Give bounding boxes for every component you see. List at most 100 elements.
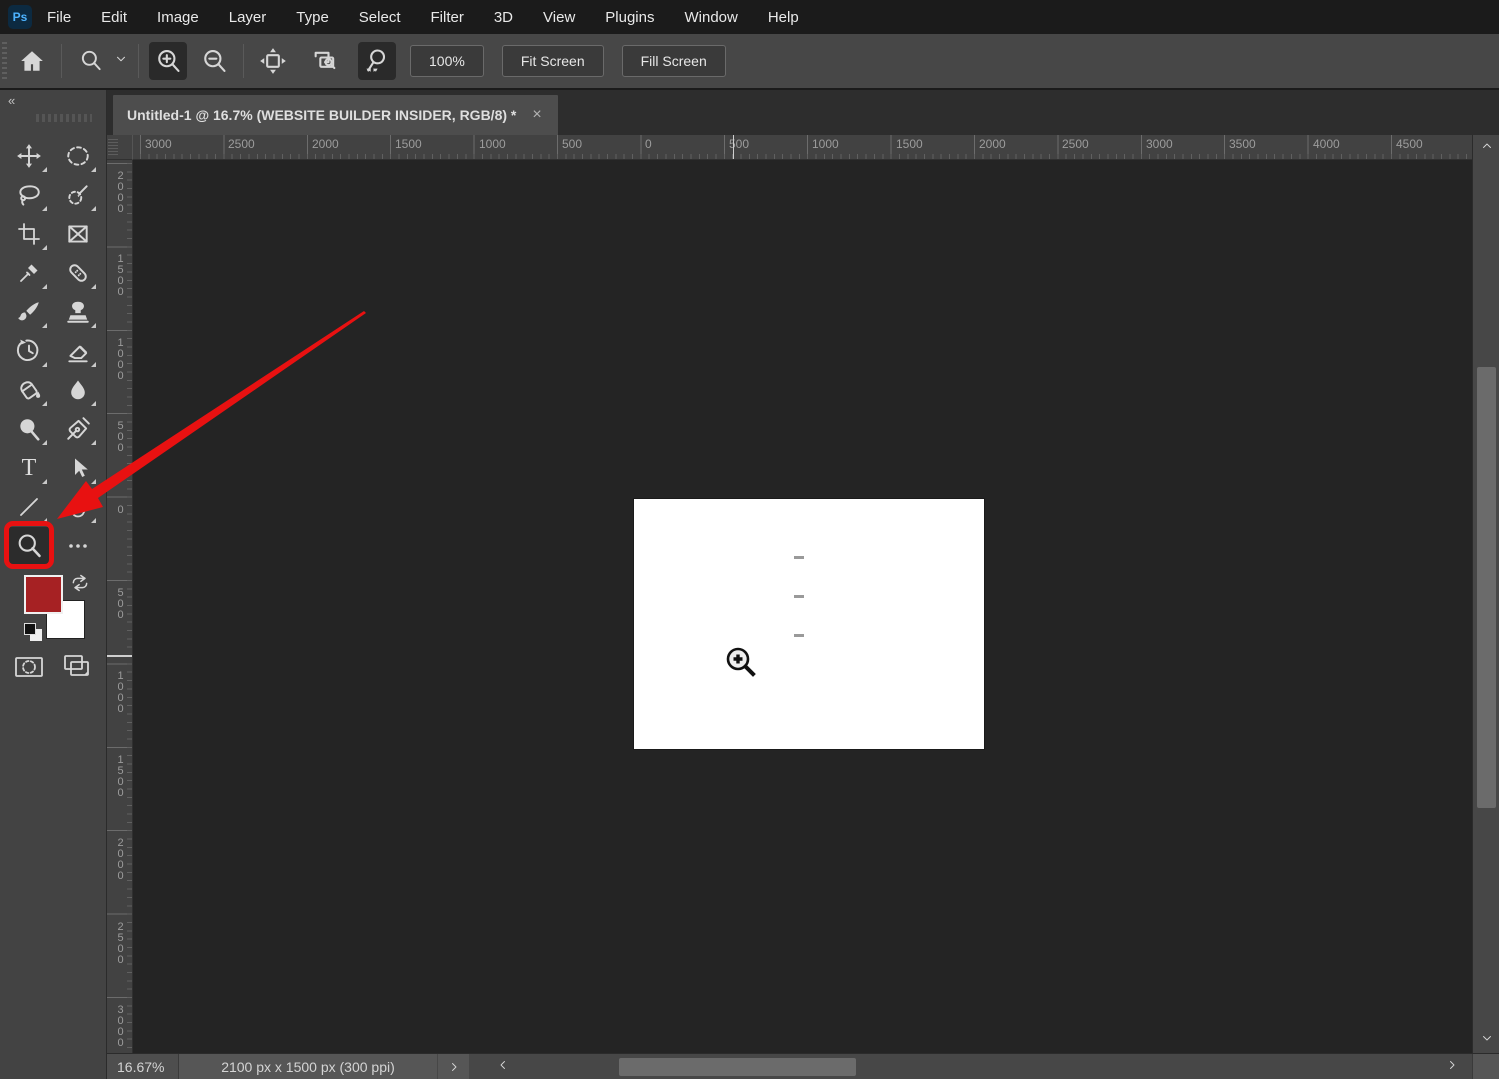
ruler-label: 2500 [228, 137, 255, 151]
frame-tool[interactable] [57, 215, 99, 253]
zoom-100-button[interactable]: 100% [410, 45, 484, 77]
line-tool[interactable] [8, 488, 50, 526]
scrubby-zoom-icon[interactable] [358, 42, 396, 80]
horizontal-ruler[interactable]: 3000 2500 2000 1500 1000 500 0 500 1000 … [133, 135, 1472, 160]
horizontal-scrollbar-thumb[interactable] [619, 1057, 856, 1076]
brush-tool[interactable] [8, 293, 50, 331]
document-tab[interactable]: Untitled-1 @ 16.7% (WEBSITE BUILDER INSI… [113, 95, 558, 135]
ruler-label: 4500 [1396, 137, 1423, 151]
ruler-label: 2000 [979, 137, 1006, 151]
scroll-down-icon[interactable] [1481, 1031, 1493, 1047]
healing-brush-tool[interactable] [57, 254, 99, 292]
ruler-label: 1000 [479, 137, 506, 151]
zoom-out-icon[interactable] [195, 42, 233, 80]
document-tab-bar: Untitled-1 @ 16.7% (WEBSITE BUILDER INSI… [107, 90, 1499, 135]
scroll-right-icon[interactable] [1446, 1058, 1458, 1075]
menu-help[interactable]: Help [753, 0, 814, 34]
status-bar: 16.67% 2100 px x 1500 px (300 ppi) [107, 1053, 1499, 1079]
scroll-left-icon[interactable] [497, 1058, 509, 1075]
blur-tool[interactable] [57, 371, 99, 409]
menu-filter[interactable]: Filter [416, 0, 479, 34]
eraser-tool[interactable] [57, 332, 99, 370]
menu-plugins[interactable]: Plugins [590, 0, 669, 34]
lasso-tool[interactable] [8, 176, 50, 214]
pen-tool[interactable] [57, 410, 99, 448]
zoom-all-windows-icon[interactable] [306, 42, 344, 80]
vertical-ruler[interactable]: 2000 1500 1000 500 0 500 1000 1500 2000 … [107, 160, 133, 1053]
separator [138, 44, 139, 78]
canvas-area[interactable] [133, 160, 1472, 1053]
menu-select[interactable]: Select [344, 0, 416, 34]
document-placeholder-text [794, 634, 804, 637]
document-placeholder-text [794, 595, 804, 598]
menu-3d[interactable]: 3D [479, 0, 528, 34]
default-colors-icon[interactable] [24, 623, 44, 643]
ruler-label: 3500 [1229, 137, 1256, 151]
marquee-tool[interactable] [57, 137, 99, 175]
ruler-label: 4000 [1313, 137, 1340, 151]
status-zoom-level[interactable]: 16.67% [107, 1053, 179, 1079]
zoom-tool[interactable] [8, 527, 50, 565]
menu-file[interactable]: File [32, 0, 86, 34]
path-selection-tool[interactable] [57, 449, 99, 487]
paint-bucket-tool[interactable] [8, 371, 50, 409]
zoom-tool-preset-icon[interactable] [72, 42, 110, 80]
home-icon[interactable] [13, 42, 51, 80]
quick-selection-tool[interactable] [57, 176, 99, 214]
menu-window[interactable]: Window [669, 0, 752, 34]
fit-screen-button[interactable]: Fit Screen [501, 45, 604, 77]
ruler-label: 2500 [114, 921, 127, 965]
menu-layer[interactable]: Layer [214, 0, 282, 34]
type-tool[interactable]: T [8, 449, 50, 487]
menu-view[interactable]: View [528, 0, 590, 34]
chevron-down-icon[interactable] [114, 52, 128, 71]
vertical-scrollbar-thumb[interactable] [1477, 367, 1496, 808]
screen-mode-icon[interactable] [62, 652, 92, 685]
dodge-tool[interactable] [8, 410, 50, 448]
ruler-label: 1000 [114, 670, 127, 714]
ruler-label: 500 [729, 137, 750, 151]
status-expand-icon[interactable] [437, 1053, 469, 1079]
ruler-label: 3000 [145, 137, 172, 151]
ruler-label: 2000 [312, 137, 339, 151]
close-tab-icon[interactable]: × [532, 106, 541, 124]
history-brush-tool[interactable] [8, 332, 50, 370]
horizontal-scrollbar[interactable] [519, 1054, 1436, 1079]
move-tool[interactable] [8, 137, 50, 175]
options-bar-grip[interactable] [2, 42, 7, 80]
ruler-label: 1500 [114, 253, 127, 297]
eyedropper-tool[interactable] [8, 254, 50, 292]
ruler-origin-corner[interactable] [107, 135, 133, 160]
zoom-in-icon[interactable] [149, 42, 187, 80]
quick-mask-mode-icon[interactable] [14, 654, 44, 685]
ruler-label: 0 [114, 504, 127, 515]
scrollbar-corner [1472, 1053, 1499, 1079]
ruler-label: 2000 [114, 837, 127, 881]
ruler-label: 3000 [114, 1004, 127, 1048]
swap-colors-icon[interactable] [70, 573, 90, 598]
ruler-label: 500 [114, 420, 127, 453]
ruler-label: 2500 [1062, 137, 1089, 151]
tools-panel-grip[interactable] [36, 114, 92, 122]
ruler-cursor-indicator [733, 135, 734, 159]
edit-toolbar-ellipsis-icon[interactable] [57, 527, 99, 565]
scroll-up-icon[interactable] [1481, 139, 1493, 155]
collapse-panel-button[interactable]: « [8, 93, 16, 108]
menu-edit[interactable]: Edit [86, 0, 142, 34]
menu-image[interactable]: Image [142, 0, 214, 34]
fill-screen-button[interactable]: Fill Screen [621, 45, 726, 77]
resize-windows-to-fit-icon[interactable] [254, 42, 292, 80]
clone-stamp-tool[interactable] [57, 293, 99, 331]
menu-type[interactable]: Type [281, 0, 344, 34]
document-placeholder-text [794, 556, 804, 559]
vertical-scrollbar[interactable] [1472, 135, 1499, 1053]
ruler-label: 2000 [114, 170, 127, 214]
tools-panel: « T [0, 90, 107, 1079]
crop-tool[interactable] [8, 215, 50, 253]
menu-bar: Ps File Edit Image Layer Type Select Fil… [0, 0, 1499, 34]
ruler-label: 500 [562, 137, 583, 151]
foreground-color-swatch[interactable] [24, 575, 63, 614]
ruler-label: 1500 [395, 137, 422, 151]
document-canvas[interactable] [634, 499, 984, 749]
hand-tool[interactable] [57, 488, 99, 526]
